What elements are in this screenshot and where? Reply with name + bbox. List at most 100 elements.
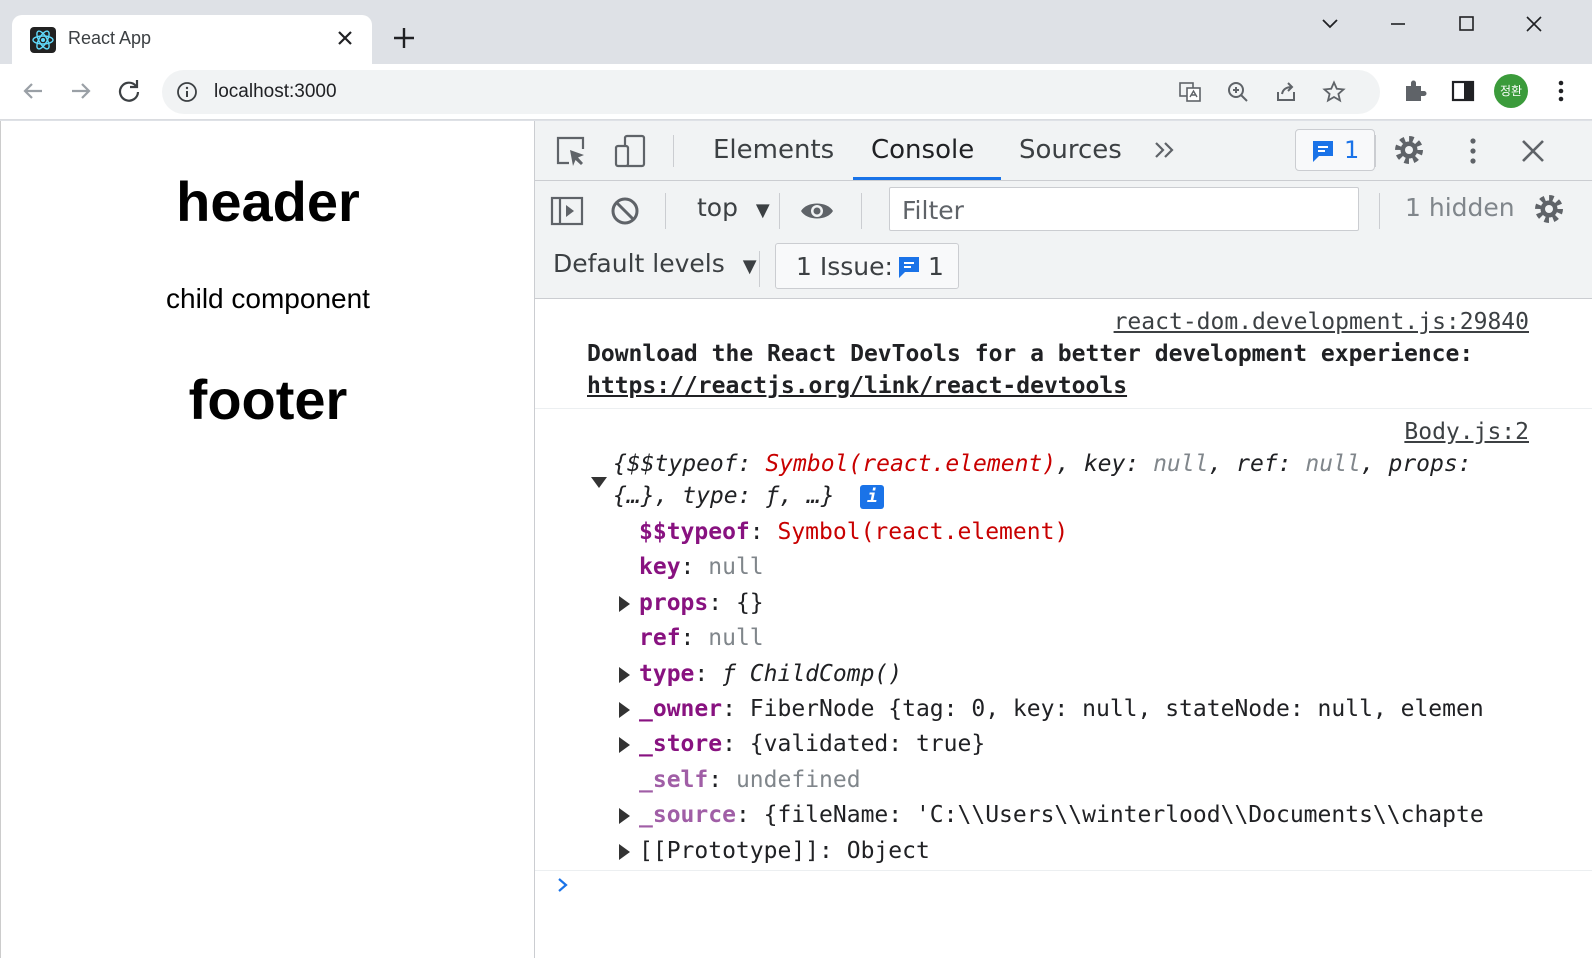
property-key: _store — [639, 731, 723, 758]
issues-counter-button[interactable]: 1 — [1295, 129, 1375, 171]
property-row[interactable]: [[Prototype]]: Object — [639, 838, 930, 864]
property-row: ref: null — [639, 625, 764, 651]
live-expression-eye-icon[interactable] — [799, 193, 835, 229]
reload-icon[interactable] — [114, 76, 144, 106]
object-summary-continued[interactable]: {…}, type: ƒ, …} i — [613, 483, 885, 509]
property-separator: : — [722, 731, 750, 758]
property-row[interactable]: props: {} — [639, 590, 764, 616]
react-favicon-icon — [30, 27, 56, 53]
divider — [1375, 135, 1376, 167]
log-levels-select[interactable]: Default levels ▼ — [553, 249, 757, 278]
address-bar[interactable]: localhost:3000 — [162, 70, 1380, 114]
property-key: _source — [639, 802, 736, 829]
console-output: react-dom.development.js:29840 Download … — [535, 299, 1592, 958]
console-filter-input[interactable]: Filter — [889, 187, 1359, 231]
tab-console[interactable]: Console — [871, 135, 974, 165]
zoom-icon[interactable] — [1226, 80, 1250, 104]
more-tabs-chevron-icon[interactable] — [1147, 133, 1183, 169]
message-icon — [899, 257, 919, 278]
maximize-icon[interactable] — [1446, 10, 1486, 38]
property-value: {validated: true} — [749, 731, 986, 758]
divider — [861, 193, 862, 229]
expand-triangle-icon[interactable] — [619, 737, 630, 754]
context-select[interactable]: top ▼ — [697, 193, 770, 222]
devtools-link[interactable]: https://reactjs.org/link/react-devtools — [587, 373, 1127, 399]
console-message-object: Body.js:2 {$$typeof: Symbol(react.elemen… — [535, 409, 1592, 871]
inspect-element-icon[interactable] — [553, 133, 589, 169]
property-row: $$typeof: Symbol(react.element) — [639, 519, 1068, 545]
show-sidebar-icon[interactable] — [549, 193, 585, 229]
back-arrow-icon[interactable] — [18, 76, 48, 106]
settings-gear-icon[interactable] — [1391, 132, 1427, 168]
expand-triangle-icon[interactable] — [619, 595, 630, 612]
devtools-menu-kebab-icon[interactable] — [1455, 133, 1491, 169]
object-summary[interactable]: {$$typeof: Symbol(react.element), key: n… — [613, 451, 1472, 477]
property-value: {} — [735, 589, 764, 616]
divider — [665, 193, 666, 229]
property-key: props — [639, 589, 709, 616]
summary-segment: , props: — [1360, 451, 1472, 477]
issues-button[interactable]: 1 Issue: 1 — [775, 243, 959, 289]
side-panel-icon[interactable] — [1448, 76, 1478, 106]
expand-triangle-icon[interactable] — [619, 666, 630, 683]
translate-icon[interactable] — [1178, 80, 1202, 104]
devtools-panel: Elements Console Sources 1 top ▼ Filter … — [534, 121, 1592, 958]
issues-number: 1 — [928, 252, 944, 281]
browser-menu-kebab-icon[interactable] — [1546, 76, 1576, 106]
property-key: _owner — [639, 696, 723, 722]
minimize-icon[interactable] — [1378, 10, 1418, 38]
property-row[interactable]: _owner: FiberNode {tag: 0, key: null, st… — [639, 696, 1484, 722]
source-link[interactable]: react-dom.development.js:29840 — [1114, 309, 1529, 335]
bookmark-star-icon[interactable] — [1322, 80, 1346, 104]
property-value: Symbol(react.element) — [777, 519, 1069, 545]
page-footer: footer — [188, 368, 348, 431]
tab-sources[interactable]: Sources — [1019, 135, 1122, 165]
property-row[interactable]: type: ƒ ChildComp() — [639, 661, 902, 687]
console-settings-gear-icon[interactable] — [1531, 191, 1567, 227]
new-tab-plus-icon[interactable] — [390, 24, 418, 52]
property-value: FiberNode {tag: 0, key: null, stateNode:… — [749, 696, 1484, 722]
child-component-text: child component — [166, 283, 370, 314]
source-link[interactable]: Body.js:2 — [1404, 419, 1529, 445]
expand-triangle-icon[interactable] — [619, 843, 630, 860]
tab-search-chevron-icon[interactable] — [1310, 10, 1350, 38]
share-icon[interactable] — [1274, 80, 1298, 104]
property-value: undefined — [735, 766, 861, 793]
property-separator: : — [708, 589, 736, 616]
summary-segment: , ref: — [1208, 451, 1306, 477]
divider — [759, 251, 760, 287]
expand-triangle-icon[interactable] — [619, 702, 630, 718]
browser-tab[interactable]: React App — [12, 15, 372, 64]
profile-avatar[interactable]: 정환 — [1494, 74, 1528, 108]
property-separator: : — [694, 660, 723, 687]
tab-close-icon[interactable] — [332, 25, 358, 51]
url-text[interactable]: localhost:3000 — [214, 81, 337, 103]
console-toolbar: top ▼ Filter 1 hidden — [535, 181, 1592, 241]
info-icon[interactable]: i — [860, 484, 885, 509]
summary-segment: Symbol(react.element) — [765, 451, 1057, 477]
message-icon — [1313, 141, 1333, 162]
site-info-icon[interactable] — [176, 81, 198, 103]
property-row[interactable]: _store: {validated: true} — [639, 731, 985, 757]
property-row[interactable]: _source: {fileName: 'C:\\Users\\winterlo… — [639, 802, 1484, 828]
summary-text: {…}, type: ƒ, …} — [613, 483, 835, 509]
page-viewport: header child component footer — [0, 121, 534, 958]
active-tab-indicator — [853, 177, 1001, 180]
console-message: react-dom.development.js:29840 Download … — [535, 299, 1592, 409]
expand-triangle-icon[interactable] — [619, 808, 630, 825]
device-toolbar-icon[interactable] — [613, 133, 649, 169]
forward-arrow-icon[interactable] — [66, 76, 96, 106]
property-separator: : — [749, 519, 778, 545]
tab-elements[interactable]: Elements — [713, 135, 834, 165]
property-key: _self — [639, 766, 709, 793]
issues-count: 1 — [1344, 136, 1360, 164]
window-close-icon[interactable] — [1514, 10, 1554, 38]
console-prompt-chevron-icon[interactable] — [553, 875, 573, 895]
extensions-puzzle-icon[interactable] — [1400, 76, 1430, 106]
close-devtools-icon[interactable] — [1515, 133, 1551, 169]
summary-segment: , key: — [1056, 451, 1154, 477]
collapse-triangle-icon[interactable] — [591, 477, 607, 488]
clear-console-icon[interactable] — [607, 193, 643, 229]
property-key: $$typeof — [639, 519, 750, 545]
divider — [1379, 193, 1380, 229]
